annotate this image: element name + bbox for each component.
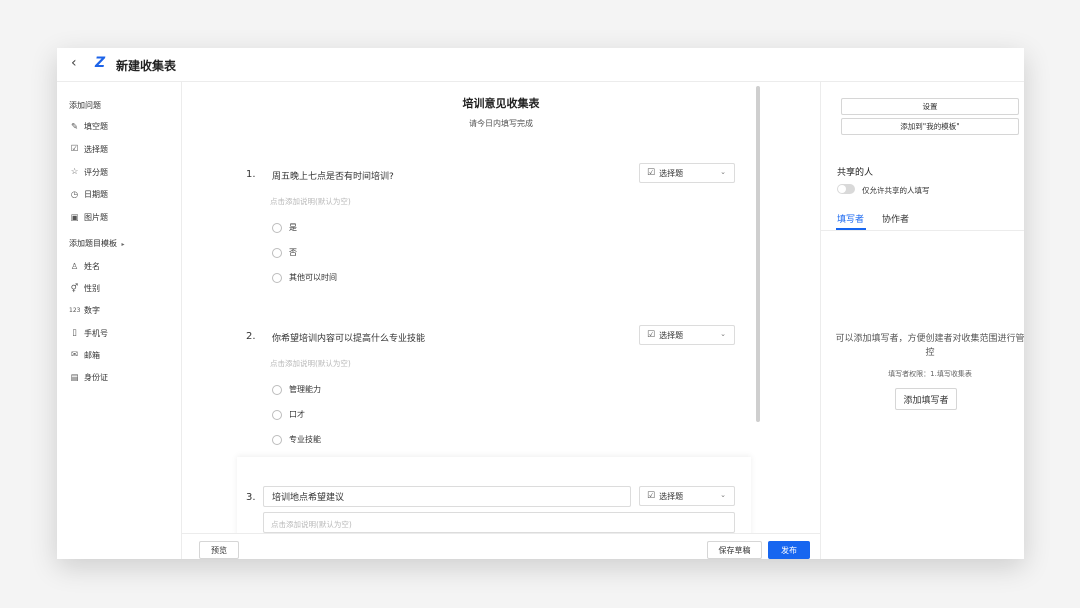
edit-icon: ✎ bbox=[70, 121, 79, 132]
image-icon: ▣ bbox=[70, 212, 79, 223]
sidebar-item-label: 图片题 bbox=[84, 213, 108, 223]
sidebar-item-checkbox[interactable]: ☑ 选择题 bbox=[69, 144, 108, 155]
form-subtitle[interactable]: 请今日内填写完成 bbox=[182, 118, 820, 129]
question-3-number: 3. bbox=[246, 492, 256, 503]
question-2-type-label: 选择题 bbox=[659, 330, 684, 340]
app-logo: Z bbox=[95, 55, 106, 71]
checkbox-icon: ☑ bbox=[647, 491, 656, 501]
sidebar-item-label: 选择题 bbox=[84, 144, 108, 154]
template-heading[interactable]: 添加题目模板 ▸ bbox=[69, 238, 125, 249]
filler-permission-text: 填写者权限：1.填写收集表 bbox=[888, 370, 972, 378]
question-2-description[interactable]: 点击添加说明(默认为空) bbox=[270, 358, 351, 369]
radio-icon bbox=[272, 272, 282, 283]
person-icon: ♙ bbox=[70, 261, 79, 272]
id-card-icon: ▤ bbox=[70, 372, 79, 383]
question-2-option-1[interactable]: 管理能力 bbox=[272, 384, 321, 395]
option-label: 否 bbox=[289, 248, 297, 257]
only-shared-toggle[interactable] bbox=[837, 184, 855, 194]
checkbox-icon: ☑ bbox=[647, 330, 656, 340]
question-1-description[interactable]: 点击添加说明(默认为空) bbox=[270, 196, 351, 207]
question-2-type-select[interactable]: ☑ 选择题 ⌄ bbox=[639, 325, 735, 345]
sidebar-item-star[interactable]: ☆ 评分题 bbox=[69, 167, 108, 178]
sidebar-template-label: 性别 bbox=[84, 284, 100, 294]
sidebar-template-gender[interactable]: ⚥ 性别 bbox=[69, 283, 100, 294]
radio-icon bbox=[272, 409, 282, 420]
sidebar-template-phone[interactable]: ▯ 手机号 bbox=[69, 328, 108, 339]
question-1-type-select[interactable]: ☑ 选择题 ⌄ bbox=[639, 163, 735, 183]
sidebar-template-label: 数字 bbox=[84, 306, 100, 316]
tab-collaborators[interactable]: 协作者 bbox=[882, 212, 909, 225]
radio-icon bbox=[272, 384, 282, 395]
sidebar-template-label: 身份证 bbox=[84, 373, 108, 382]
question-1-type-label: 选择题 bbox=[659, 168, 684, 178]
mail-icon: ✉ bbox=[70, 350, 79, 361]
option-label: 是 bbox=[289, 223, 297, 232]
question-2-option-3[interactable]: 专业技能 bbox=[272, 434, 321, 445]
back-button[interactable]: ‹ bbox=[71, 55, 77, 71]
sidebar-template-label: 手机号 bbox=[84, 328, 108, 338]
add-question-heading: 添加问题 bbox=[69, 101, 101, 110]
question-2-option-2[interactable]: 口才 bbox=[272, 409, 305, 420]
option-label: 专业技能 bbox=[289, 435, 321, 444]
question-2-title[interactable]: 你希望培训内容可以提高什么专业技能 bbox=[272, 331, 425, 344]
sidebar-item-label: 日期题 bbox=[84, 190, 108, 200]
form-title[interactable]: 培训意见收集表 bbox=[182, 95, 820, 111]
phone-icon: ▯ bbox=[72, 328, 77, 339]
question-1-title[interactable]: 周五晚上七点是否有时间培训? bbox=[272, 169, 394, 182]
question-3-description-input[interactable]: 点击添加说明(默认为空) bbox=[263, 512, 735, 533]
question-1-option-2[interactable]: 否 bbox=[272, 247, 297, 258]
question-3-type-select[interactable]: ☑ 选择题 ⌄ bbox=[639, 486, 735, 506]
radio-icon bbox=[272, 222, 282, 233]
checkbox-icon: ☑ bbox=[647, 168, 656, 178]
gender-icon: ⚥ bbox=[70, 283, 79, 294]
number-icon: 123 bbox=[69, 307, 81, 315]
sidebar-item-label: 填空题 bbox=[84, 122, 108, 131]
sidebar-item-label: 评分题 bbox=[84, 167, 108, 177]
settings-button[interactable]: 设置 bbox=[841, 98, 1019, 115]
chevron-down-icon: ⌄ bbox=[720, 491, 726, 499]
add-to-my-templates-button[interactable]: 添加到"我的模板" bbox=[841, 118, 1019, 135]
question-1-option-1[interactable]: 是 bbox=[272, 222, 297, 233]
chevron-down-icon: ⌄ bbox=[720, 330, 726, 338]
star-icon: ☆ bbox=[70, 167, 79, 178]
clock-icon: ◷ bbox=[70, 189, 79, 200]
chevron-down-icon: ⌄ bbox=[720, 168, 726, 176]
add-filler-button[interactable]: 添加填写者 bbox=[895, 388, 957, 410]
main-scrollbar[interactable] bbox=[756, 86, 760, 422]
shared-people-title: 共享的人 bbox=[837, 168, 874, 178]
sidebar-template-label: 邮箱 bbox=[84, 350, 100, 360]
empty-fillers-text: 可以添加填写者，方便创建者对收集范围进行管控 bbox=[835, 334, 1025, 358]
sidebar-item-edit[interactable]: ✎ 填空题 bbox=[69, 121, 108, 132]
window-title: 新建收集表 bbox=[116, 59, 177, 73]
tab-divider bbox=[820, 230, 1024, 231]
sidebar-item-clock[interactable]: ◷ 日期题 bbox=[69, 189, 108, 200]
title-bar bbox=[57, 48, 1024, 82]
radio-icon bbox=[272, 247, 282, 258]
option-label: 口才 bbox=[289, 410, 305, 419]
preview-button[interactable]: 预览 bbox=[199, 541, 239, 559]
question-2-number: 2. bbox=[246, 331, 256, 342]
tab-fillers[interactable]: 填写者 bbox=[837, 212, 864, 225]
sidebar-template-mail[interactable]: ✉ 邮箱 bbox=[69, 350, 100, 361]
publish-button[interactable]: 发布 bbox=[768, 541, 810, 559]
chevron-right-icon: ▸ bbox=[121, 241, 125, 248]
option-label: 管理能力 bbox=[289, 385, 321, 394]
sidebar-template-number[interactable]: 123 数字 bbox=[69, 305, 100, 316]
sidebar-template-person[interactable]: ♙ 姓名 bbox=[69, 261, 100, 272]
checkbox-icon: ☑ bbox=[70, 144, 79, 155]
option-label: 其他可以时间 bbox=[289, 273, 337, 282]
only-shared-toggle-label: 仅允许共享的人填写 bbox=[862, 186, 930, 195]
question-3-type-label: 选择题 bbox=[659, 491, 684, 501]
radio-icon bbox=[272, 434, 282, 445]
right-panel bbox=[820, 82, 1024, 559]
question-1-option-3[interactable]: 其他可以时间 bbox=[272, 272, 337, 283]
sidebar-template-label: 姓名 bbox=[84, 262, 100, 271]
question-1-number: 1. bbox=[246, 169, 256, 180]
question-3-title-input[interactable]: 培训地点希望建议 bbox=[263, 486, 631, 507]
sidebar-template-id-card[interactable]: ▤ 身份证 bbox=[69, 372, 108, 383]
sidebar-item-image[interactable]: ▣ 图片题 bbox=[69, 212, 108, 223]
save-draft-button[interactable]: 保存草稿 bbox=[707, 541, 762, 559]
template-heading-label: 添加题目模板 bbox=[69, 239, 117, 248]
